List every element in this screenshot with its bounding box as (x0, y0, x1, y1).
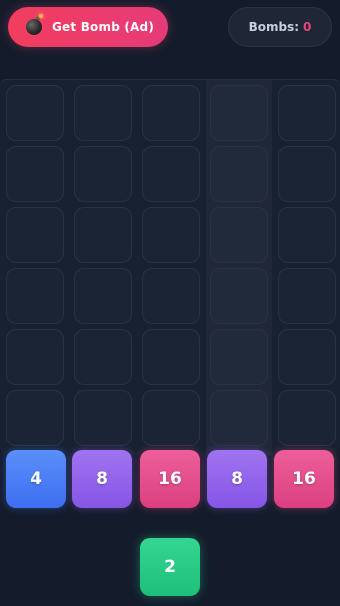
grid-cell (278, 85, 336, 141)
bomb-icon (26, 14, 43, 35)
grid-cell (74, 207, 132, 263)
grid-cell (74, 329, 132, 385)
grid-cell (278, 329, 336, 385)
grid-cell (74, 85, 132, 141)
get-bomb-button[interactable]: Get Bomb (Ad) (8, 7, 168, 47)
grid-cell (142, 329, 200, 385)
board-column-4[interactable] (206, 80, 272, 456)
bombs-counter: Bombs: 0 (228, 7, 332, 47)
tile-column-5: 16 (274, 450, 334, 508)
bombs-count: 0 (303, 20, 312, 34)
tile-column-4: 8 (207, 450, 267, 508)
grid-cell (74, 268, 132, 324)
grid-cell (6, 268, 64, 324)
grid-cell (6, 207, 64, 263)
grid-cell (142, 268, 200, 324)
grid-cell (74, 390, 132, 446)
grid-cell (278, 207, 336, 263)
grid-cell (74, 146, 132, 202)
board-column-5[interactable] (274, 80, 340, 456)
grid-cell (210, 85, 268, 141)
grid-cell (278, 268, 336, 324)
grid-cell (142, 390, 200, 446)
board-column-2[interactable] (70, 80, 136, 456)
grid-cell (6, 85, 64, 141)
bombs-label: Bombs: (248, 20, 300, 34)
grid-cell (142, 207, 200, 263)
grid-cell (278, 146, 336, 202)
get-bomb-label: Get Bomb (Ad) (52, 20, 155, 34)
grid-cell (6, 146, 64, 202)
grid-cell (6, 329, 64, 385)
tile-column-1: 4 (6, 450, 66, 508)
grid-cell (142, 85, 200, 141)
grid-cell (210, 207, 268, 263)
grid-cell (210, 390, 268, 446)
grid-cell (210, 268, 268, 324)
board-column-3[interactable] (138, 80, 204, 456)
grid-cell (142, 146, 200, 202)
tile-column-2: 8 (72, 450, 132, 508)
tile-column-3: 16 (140, 450, 200, 508)
game-board (0, 79, 340, 455)
grid-cell (278, 390, 336, 446)
grid-cell (210, 146, 268, 202)
game-screen: Get Bomb (Ad) Bombs: 0 4 8 16 8 16 2 (0, 0, 340, 606)
grid-cell (210, 329, 268, 385)
board-column-1[interactable] (2, 80, 68, 456)
grid-cell (6, 390, 64, 446)
next-tile: 2 (140, 538, 200, 596)
